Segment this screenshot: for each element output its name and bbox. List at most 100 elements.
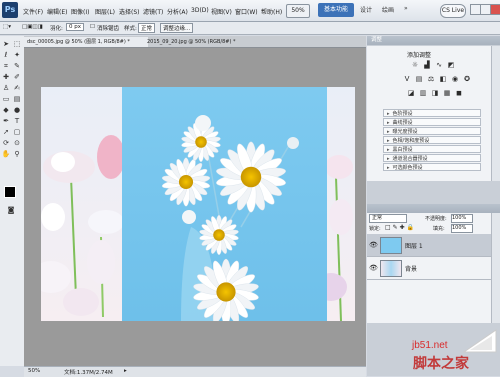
- brush-tool-icon[interactable]: ✐: [12, 73, 22, 82]
- blend-mode-select[interactable]: 正常: [369, 214, 407, 223]
- status-doc-size: 文档:1.37M/2.74M: [64, 370, 113, 376]
- menu-help[interactable]: 帮助(H): [261, 7, 282, 16]
- app-logo: Ps: [2, 2, 18, 18]
- zoom-tool-icon[interactable]: ⚲: [12, 150, 22, 159]
- workspace-paint-button[interactable]: 绘画: [382, 5, 394, 14]
- magic-wand-tool-icon[interactable]: ✦: [12, 51, 22, 60]
- foreground-color-swatch[interactable]: [4, 186, 16, 198]
- black-white-icon[interactable]: ◧: [439, 75, 447, 83]
- channel-mixer-icon[interactable]: ✪: [463, 75, 471, 83]
- lasso-tool-icon[interactable]: ℓ: [1, 51, 11, 60]
- workspace-basic-button[interactable]: 基本功能: [318, 3, 354, 17]
- hand-tool-icon[interactable]: ✋: [1, 150, 11, 159]
- move-tool-icon[interactable]: ➤: [1, 40, 11, 49]
- layer-thumbnail: [380, 260, 402, 277]
- feather-input[interactable]: 0 px: [66, 23, 84, 31]
- preset-label: 通道混合器预设: [392, 156, 428, 162]
- workspace-design-button[interactable]: 设计: [360, 5, 372, 14]
- menu-select[interactable]: 选择(S): [119, 7, 140, 16]
- opacity-label: 不透明度:: [425, 216, 447, 222]
- watermark-text: 脚本之家: [413, 356, 469, 372]
- fill-label: 填充:: [433, 226, 445, 232]
- preset-exposure[interactable]: ▸ 曝光度预设: [383, 127, 481, 135]
- menu-filter[interactable]: 滤镜(T): [143, 7, 163, 16]
- marquee-tool-icon[interactable]: ⬚▾: [3, 24, 11, 30]
- hue-saturation-icon[interactable]: ▤: [415, 75, 423, 83]
- brightness-icon[interactable]: ☼: [411, 61, 419, 69]
- 3d-rotate-tool-icon[interactable]: ⟳: [1, 139, 11, 148]
- exposure-icon[interactable]: ◩: [447, 61, 455, 69]
- lock-label: 锁定:: [369, 226, 381, 232]
- menu-file[interactable]: 文件(F): [23, 7, 43, 16]
- tab-document-1[interactable]: dsc_00005.jpg @ 50% (图层 1, RGB/8#) *: [24, 37, 148, 47]
- path-select-tool-icon[interactable]: ➚: [1, 128, 11, 137]
- status-zoom[interactable]: 50%: [28, 368, 40, 374]
- selection-mode-icons[interactable]: □▣◫◨: [22, 24, 43, 30]
- close-icon[interactable]: [490, 4, 500, 15]
- layer-row-layer-1[interactable]: 👁 图层 1: [367, 234, 491, 257]
- eraser-tool-icon[interactable]: ▭: [1, 95, 11, 104]
- crop-tool-icon[interactable]: ⌗: [1, 62, 11, 71]
- adjustments-panel-title[interactable]: 调整: [371, 37, 382, 43]
- levels-icon[interactable]: ▟: [423, 61, 431, 69]
- menu-window[interactable]: 窗口(W): [235, 7, 258, 16]
- document-tabs: dsc_00005.jpg @ 50% (图层 1, RGB/8#) * 201…: [24, 36, 366, 48]
- menu-view[interactable]: 视图(V): [211, 7, 232, 16]
- panels-dock: 调整 添加调整 ☼ ▟ ∿ ◩ V ▤ ⚖ ◧ ◉ ✪ ◪ ▥ ◨ ▦ ◼ ▸ 色…: [367, 36, 500, 376]
- opacity-input[interactable]: 100%: [451, 214, 473, 223]
- fill-input[interactable]: 100%: [451, 224, 473, 233]
- refine-edge-button[interactable]: 调整边缘...: [160, 23, 194, 33]
- zoom-select[interactable]: 50%: [286, 4, 310, 18]
- style-select[interactable]: 正常: [138, 23, 156, 33]
- dodge-tool-icon[interactable]: ●: [12, 106, 22, 115]
- menu-3d[interactable]: 3D(D): [191, 7, 209, 14]
- menu-analysis[interactable]: 分析(A): [167, 7, 188, 16]
- pen-tool-icon[interactable]: ✒: [1, 117, 11, 126]
- gradient-tool-icon[interactable]: ▤: [12, 95, 22, 104]
- preset-selective-color[interactable]: ▸ 可选颜色预设: [383, 163, 481, 171]
- preset-curves[interactable]: ▸ 曲线预设: [383, 118, 481, 126]
- preset-levels[interactable]: ▸ 色阶预设: [383, 109, 481, 117]
- color-balance-icon[interactable]: ⚖: [427, 75, 435, 83]
- eyedropper-tool-icon[interactable]: ✎: [12, 62, 22, 71]
- quick-mask-icon[interactable]: ◙: [6, 206, 16, 215]
- visibility-eye-icon[interactable]: 👁: [369, 264, 378, 272]
- posterize-icon[interactable]: ▥: [419, 89, 427, 97]
- menu-image[interactable]: 图像(I): [71, 7, 89, 16]
- adjustments-scrollbar[interactable]: [491, 46, 500, 181]
- preset-channel-mixer[interactable]: ▸ 通道混合器预设: [383, 154, 481, 162]
- invert-icon[interactable]: ◪: [407, 89, 415, 97]
- marquee-tool-icon[interactable]: ⬚: [12, 40, 22, 49]
- preset-black-white[interactable]: ▸ 黑白预设: [383, 145, 481, 153]
- antialias-checkbox[interactable]: ☐: [90, 24, 95, 30]
- vibrance-icon[interactable]: V: [403, 75, 411, 83]
- status-arrow-icon[interactable]: ▸: [124, 368, 127, 374]
- selective-color-icon[interactable]: ◼: [455, 89, 463, 97]
- stamp-tool-icon[interactable]: ♙: [1, 84, 11, 93]
- history-brush-tool-icon[interactable]: ✍: [12, 84, 22, 93]
- preset-hue-saturation[interactable]: ▸ 色相/饱和度预设: [383, 136, 481, 144]
- layers-scrollbar[interactable]: [491, 213, 500, 323]
- healing-tool-icon[interactable]: ✚: [1, 73, 11, 82]
- tab-document-2[interactable]: 2015_09_20.jpg @ 50% (RGB/8#) *: [144, 37, 262, 47]
- shape-tool-icon[interactable]: ▢: [12, 128, 22, 137]
- visibility-eye-icon[interactable]: 👁: [369, 241, 378, 249]
- flower-photo[interactable]: [41, 87, 355, 321]
- type-tool-icon[interactable]: T: [12, 117, 22, 126]
- photo-filter-icon[interactable]: ◉: [451, 75, 459, 83]
- menu-layer[interactable]: 图层(L): [95, 7, 115, 16]
- lock-icons[interactable]: □ ✎ ✚ 🔒: [385, 224, 414, 231]
- 3d-camera-tool-icon[interactable]: ⊙: [12, 139, 22, 148]
- preset-label: 色阶预设: [392, 111, 413, 117]
- menu-edit[interactable]: 编辑(E): [47, 7, 67, 16]
- cs-live-button[interactable]: CS Live: [440, 4, 466, 18]
- workspace-more-button[interactable]: »: [404, 5, 408, 12]
- layer-name: 图层 1: [405, 243, 423, 250]
- layer-row-background[interactable]: 👁 背景: [367, 257, 491, 280]
- gradient-map-icon[interactable]: ▦: [443, 89, 451, 97]
- blur-tool-icon[interactable]: ◆: [1, 106, 11, 115]
- threshold-icon[interactable]: ◨: [431, 89, 439, 97]
- add-adjustment-label: 添加调整: [407, 52, 432, 59]
- curves-icon[interactable]: ∿: [435, 61, 443, 69]
- preset-label: 黑白预设: [392, 147, 413, 153]
